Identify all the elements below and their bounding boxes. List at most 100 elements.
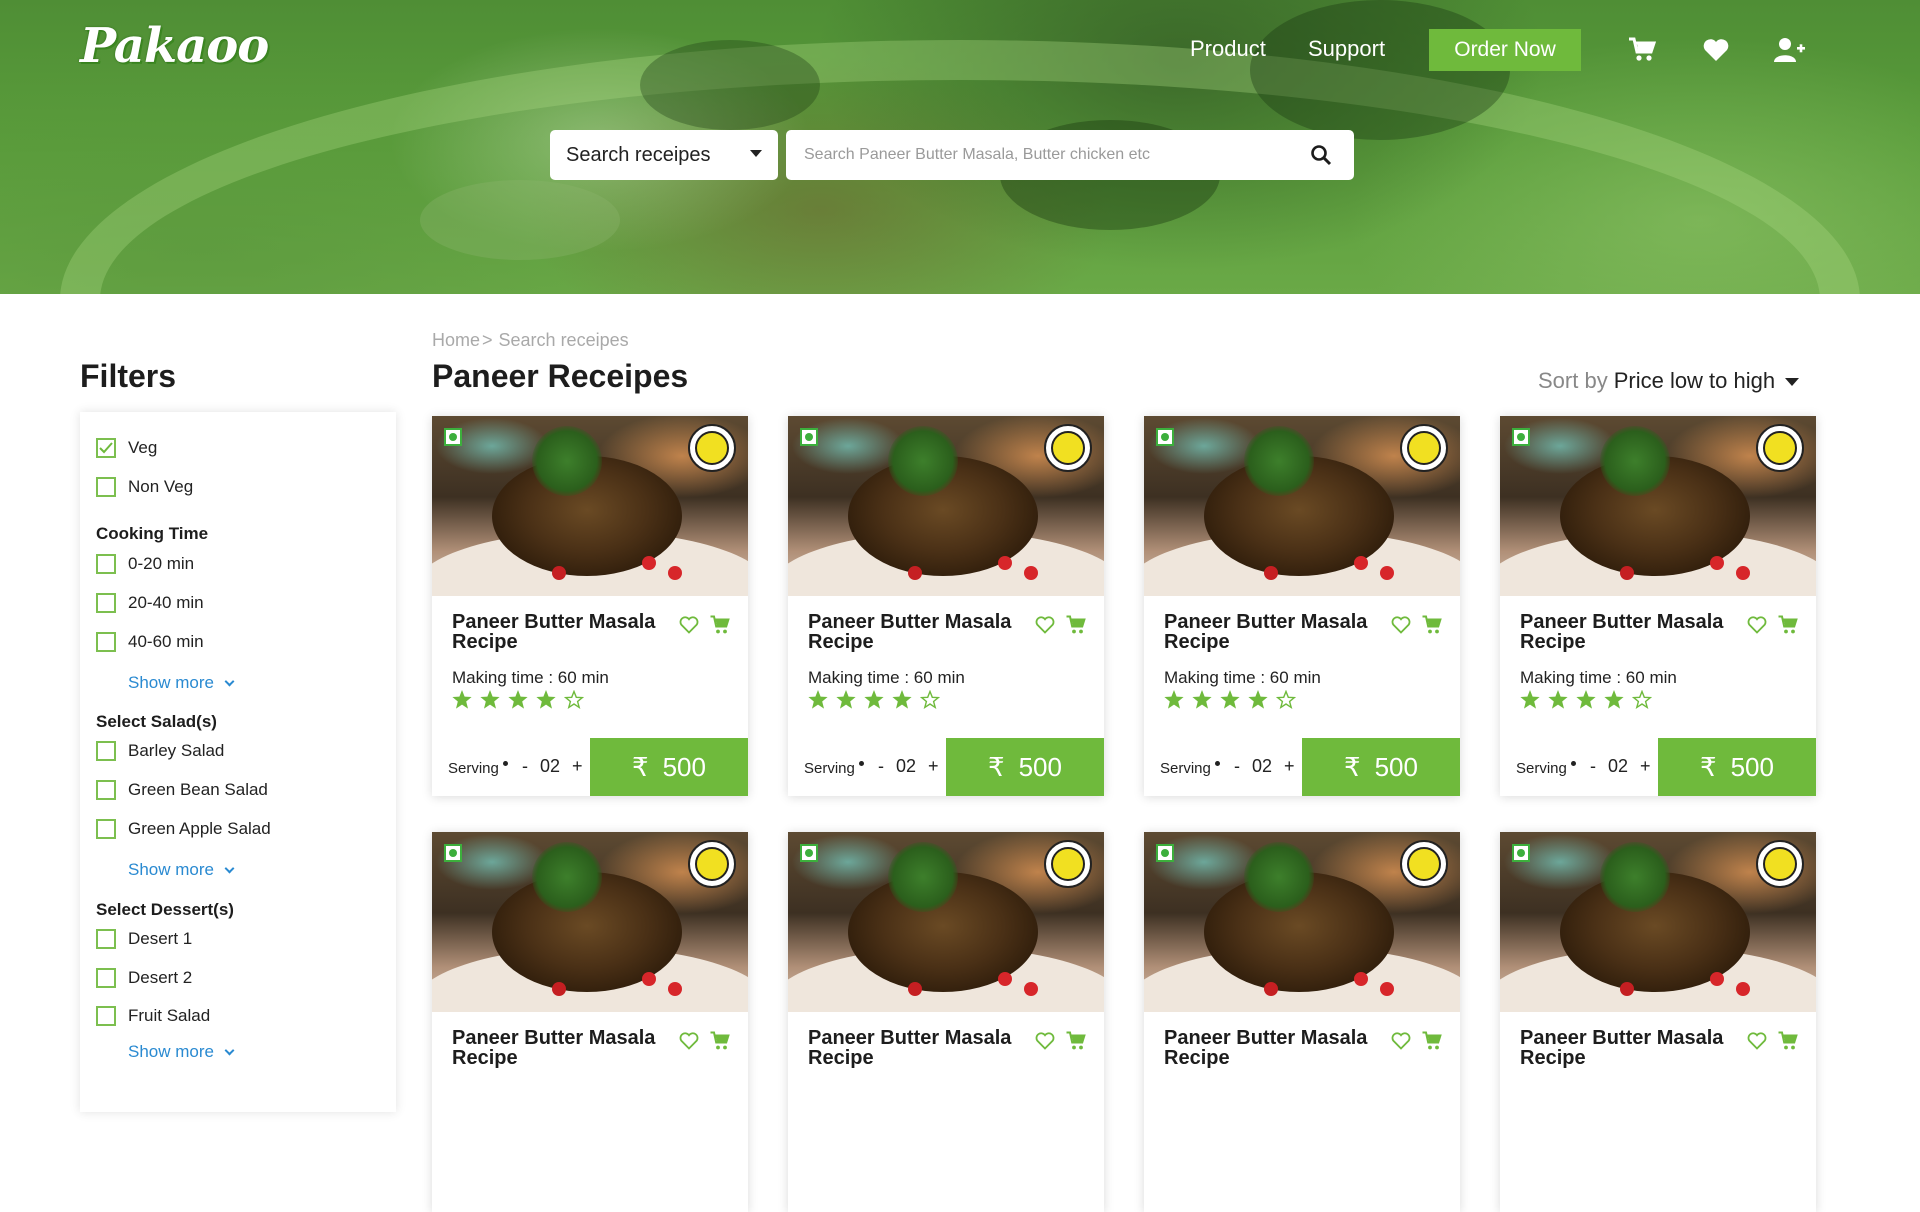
recipe-card[interactable]: Paneer Butter Masala Recipe Making time …	[432, 416, 748, 796]
nav-product-link[interactable]: Product	[1190, 36, 1266, 62]
recipe-title[interactable]: Paneer Butter Masala Recipe	[1164, 1028, 1384, 1068]
checkbox[interactable]	[96, 819, 116, 839]
cart-icon[interactable]	[1422, 1031, 1442, 1051]
cart-icon[interactable]	[710, 615, 730, 635]
heart-outline-icon[interactable]	[679, 1032, 699, 1050]
order-now-button[interactable]: Order Now	[1429, 29, 1581, 71]
veg-mark-icon	[1156, 844, 1174, 862]
cart-icon[interactable]	[1066, 1031, 1086, 1051]
decrement-button[interactable]: -	[1234, 756, 1240, 777]
recipe-photo[interactable]	[1144, 832, 1460, 1012]
checkbox[interactable]	[96, 929, 116, 949]
checkbox[interactable]	[96, 593, 116, 613]
certification-seal-icon	[1756, 424, 1804, 472]
recipe-photo[interactable]	[788, 832, 1104, 1012]
recipe-card[interactable]: Paneer Butter Masala Recipe Making time …	[1500, 416, 1816, 796]
recipe-title[interactable]: Paneer Butter Masala Recipe	[452, 612, 672, 652]
brand-logo[interactable]: Pakaoo	[80, 18, 269, 74]
checkbox[interactable]	[96, 632, 116, 652]
filter-dessert[interactable]: Fruit Salad	[96, 1006, 210, 1026]
checkbox-checked[interactable]	[96, 438, 116, 458]
decrement-button[interactable]: -	[1590, 756, 1596, 777]
checkbox[interactable]	[96, 1006, 116, 1026]
recipe-title[interactable]: Paneer Butter Masala Recipe	[808, 1028, 1028, 1068]
star-filled-icon	[1220, 690, 1240, 714]
filter-time-20-40[interactable]: 20-40 min	[96, 593, 204, 613]
search-icon[interactable]	[1310, 144, 1332, 166]
filter-dessert[interactable]: Desert 2	[96, 968, 192, 988]
recipe-card[interactable]: Paneer Butter Masala Recipe	[432, 832, 748, 1212]
show-more-salads[interactable]: Show more	[128, 860, 235, 880]
cart-icon[interactable]	[1626, 36, 1658, 64]
recipe-card[interactable]: Paneer Butter Masala Recipe	[788, 832, 1104, 1212]
heart-outline-icon[interactable]	[1747, 616, 1767, 634]
cart-icon[interactable]	[1778, 1031, 1798, 1051]
herb-garnish	[888, 426, 958, 496]
serving-text: Serving	[1160, 760, 1211, 777]
show-more-desserts[interactable]: Show more	[128, 1042, 235, 1062]
checkbox[interactable]	[96, 741, 116, 761]
checkbox[interactable]	[96, 780, 116, 800]
price-buy-button[interactable]: ₹ 500	[1658, 738, 1816, 796]
recipe-card[interactable]: Paneer Butter Masala Recipe Making time …	[788, 416, 1104, 796]
tomato-garnish	[908, 982, 922, 996]
cart-icon[interactable]	[1066, 615, 1086, 635]
recipe-photo[interactable]	[432, 416, 748, 596]
price-buy-button[interactable]: ₹ 500	[1302, 738, 1460, 796]
increment-button[interactable]: +	[572, 756, 583, 777]
checkbox[interactable]	[96, 968, 116, 988]
heart-icon[interactable]	[1700, 36, 1732, 64]
increment-button[interactable]: +	[928, 756, 939, 777]
filter-salad[interactable]: Barley Salad	[96, 741, 224, 761]
making-time: Making time : 60 min	[452, 668, 609, 687]
heart-outline-icon[interactable]	[1035, 616, 1055, 634]
price-buy-button[interactable]: ₹ 500	[946, 738, 1104, 796]
heart-outline-icon[interactable]	[1747, 1032, 1767, 1050]
price-buy-button[interactable]: ₹ 500	[590, 738, 748, 796]
add-user-icon[interactable]	[1774, 36, 1806, 64]
recipe-photo[interactable]	[1500, 416, 1816, 596]
increment-button[interactable]: +	[1284, 756, 1295, 777]
filter-time-40-60[interactable]: 40-60 min	[96, 632, 204, 652]
recipe-photo[interactable]	[788, 416, 1104, 596]
tomato-garnish	[1710, 972, 1724, 986]
recipe-title[interactable]: Paneer Butter Masala Recipe	[1520, 1028, 1740, 1068]
checkbox[interactable]	[96, 554, 116, 574]
recipe-card[interactable]: Paneer Butter Masala Recipe Making time …	[1144, 416, 1460, 796]
recipe-photo[interactable]	[1144, 416, 1460, 596]
increment-button[interactable]: +	[1640, 756, 1651, 777]
filter-veg[interactable]: Veg	[96, 438, 157, 458]
sort-dropdown[interactable]: Sort by Price low to high	[1538, 368, 1800, 394]
heart-outline-icon[interactable]	[1391, 616, 1411, 634]
cart-icon[interactable]	[1778, 615, 1798, 635]
recipe-card[interactable]: Paneer Butter Masala Recipe	[1500, 832, 1816, 1212]
filter-salad[interactable]: Green Bean Salad	[96, 780, 268, 800]
checkbox[interactable]	[96, 477, 116, 497]
recipe-photo[interactable]	[432, 832, 748, 1012]
star-filled-icon	[1248, 690, 1268, 714]
decrement-button[interactable]: -	[878, 756, 884, 777]
heart-outline-icon[interactable]	[1035, 1032, 1055, 1050]
recipe-photo[interactable]	[1500, 832, 1816, 1012]
cart-icon[interactable]	[710, 1031, 730, 1051]
breadcrumb-home[interactable]: Home	[432, 330, 480, 350]
filter-time-0-20[interactable]: 0-20 min	[96, 554, 194, 574]
filter-salad[interactable]: Green Apple Salad	[96, 819, 271, 839]
decrement-button[interactable]: -	[522, 756, 528, 777]
recipe-title[interactable]: Paneer Butter Masala Recipe	[1164, 612, 1384, 652]
show-more-cooking-time[interactable]: Show more	[128, 673, 235, 693]
recipe-card[interactable]: Paneer Butter Masala Recipe	[1144, 832, 1460, 1212]
nav-support-link[interactable]: Support	[1308, 36, 1385, 62]
heart-outline-icon[interactable]	[1391, 1032, 1411, 1050]
cart-icon[interactable]	[1422, 615, 1442, 635]
filter-non-veg[interactable]: Non Veg	[96, 477, 193, 497]
recipe-title[interactable]: Paneer Butter Masala Recipe	[808, 612, 1028, 652]
recipe-title[interactable]: Paneer Butter Masala Recipe	[452, 1028, 672, 1068]
search-category-select[interactable]: Search receipes	[550, 130, 778, 180]
heart-outline-icon[interactable]	[679, 616, 699, 634]
recipe-title[interactable]: Paneer Butter Masala Recipe	[1520, 612, 1740, 652]
search-input[interactable]	[786, 130, 1286, 180]
tomato-garnish	[1024, 566, 1038, 580]
filter-dessert[interactable]: Desert 1	[96, 929, 192, 949]
tomato-garnish	[552, 982, 566, 996]
